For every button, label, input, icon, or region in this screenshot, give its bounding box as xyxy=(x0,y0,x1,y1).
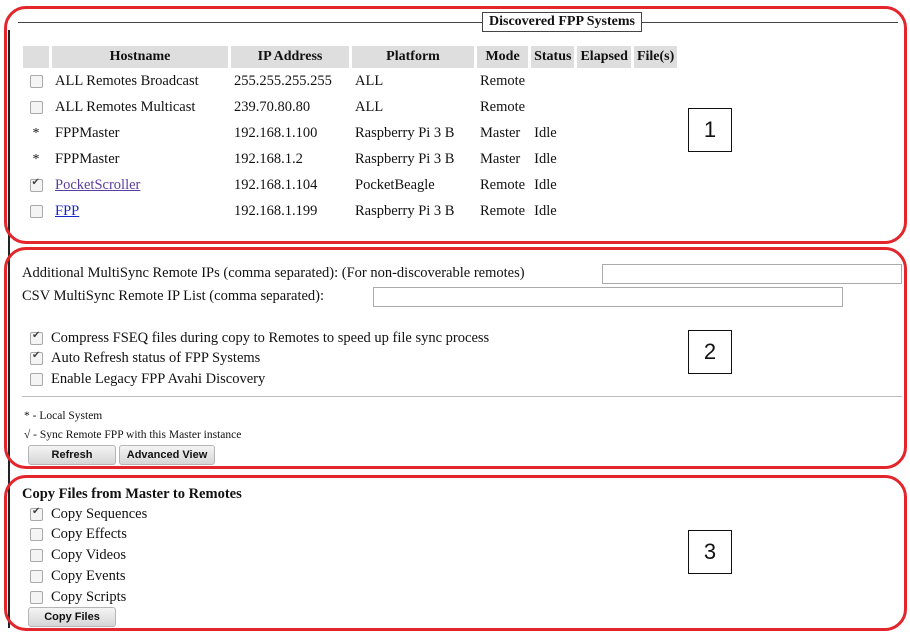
callout-box-1 xyxy=(4,6,907,244)
callout-box-2 xyxy=(4,247,907,469)
callout-box-3 xyxy=(4,475,907,631)
